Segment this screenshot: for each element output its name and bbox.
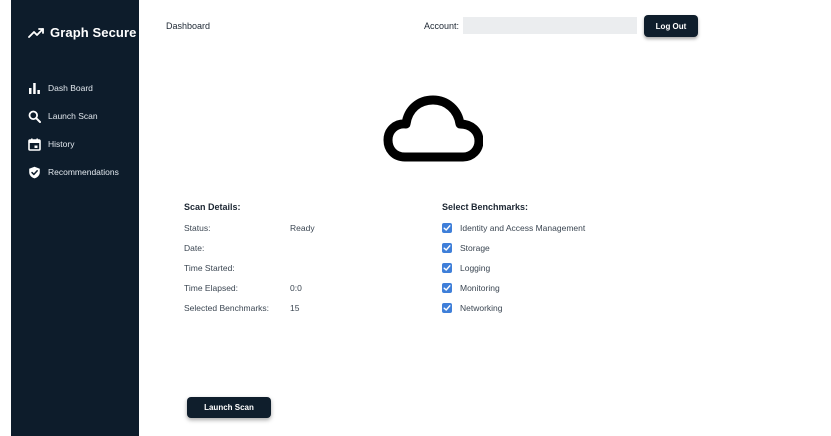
detail-row-time-started: Time Started: xyxy=(184,258,315,278)
brand-name: Graph Secure xyxy=(50,25,137,40)
detail-row-selected-benchmarks: Selected Benchmarks: 15 xyxy=(184,298,315,318)
checkbox-checked[interactable] xyxy=(442,223,452,233)
detail-row-status: Status: Ready xyxy=(184,218,315,238)
detail-label: Date: xyxy=(184,243,205,253)
trending-up-icon xyxy=(28,27,44,38)
benchmark-label: Networking xyxy=(460,303,503,313)
brand[interactable]: Graph Secure xyxy=(28,25,136,40)
account-field[interactable] xyxy=(463,17,637,34)
page-title: Dashboard xyxy=(166,21,211,31)
launch-scan-button[interactable]: Launch Scan xyxy=(187,397,271,418)
checkbox-checked[interactable] xyxy=(442,243,452,253)
sidebar-item-dashboard[interactable]: Dash Board xyxy=(28,74,138,102)
sidebar-item-label: Launch Scan xyxy=(48,111,98,121)
checkbox-checked[interactable] xyxy=(442,303,452,313)
account-label: Account: xyxy=(424,21,460,31)
sidebar-item-history[interactable]: History xyxy=(28,130,138,158)
logout-button[interactable]: Log Out xyxy=(644,15,698,37)
sidebar-item-label: Recommendations xyxy=(48,167,119,177)
detail-value: Ready xyxy=(290,223,315,233)
benchmark-option-storage[interactable]: Storage xyxy=(442,238,585,258)
detail-row-time-elapsed: Time Elapsed: 0:0 xyxy=(184,278,315,298)
detail-label: Selected Benchmarks: xyxy=(184,303,270,313)
benchmark-option-iam[interactable]: Identity and Access Management xyxy=(442,218,585,238)
search-icon xyxy=(28,110,41,123)
sidebar-item-label: History xyxy=(48,139,75,149)
detail-value: 15 xyxy=(290,303,300,313)
benchmark-label: Monitoring xyxy=(460,283,500,293)
scan-details-panel: Scan Details: Status: Ready Date: Time S… xyxy=(184,202,315,318)
benchmarks-title: Select Benchmarks: xyxy=(442,202,529,212)
sidebar-nav: Dash Board Launch Scan History Recommend… xyxy=(28,74,138,186)
detail-value: 0:0 xyxy=(290,283,302,293)
benchmark-label: Identity and Access Management xyxy=(460,223,586,233)
scan-details-title: Scan Details: xyxy=(184,202,241,212)
checkbox-checked[interactable] xyxy=(442,283,452,293)
benchmark-label: Logging xyxy=(460,263,491,273)
benchmark-option-networking[interactable]: Networking xyxy=(442,298,585,318)
sidebar-item-launch-scan[interactable]: Launch Scan xyxy=(28,102,138,130)
benchmarks-panel: Select Benchmarks: Identity and Access M… xyxy=(442,202,585,318)
benchmark-label: Storage xyxy=(460,243,490,253)
bar-chart-icon xyxy=(28,82,41,95)
sidebar: Graph Secure Dash Board Launch Scan Hist… xyxy=(11,0,139,436)
sidebar-item-label: Dash Board xyxy=(48,83,93,93)
cloud-icon xyxy=(383,94,484,164)
sidebar-item-recommendations[interactable]: Recommendations xyxy=(28,158,138,186)
detail-label: Time Elapsed: xyxy=(184,283,239,293)
checkbox-checked[interactable] xyxy=(442,263,452,273)
detail-row-date: Date: xyxy=(184,238,315,258)
detail-label: Time Started: xyxy=(184,263,235,273)
detail-label: Status: xyxy=(184,223,211,233)
benchmark-option-monitoring[interactable]: Monitoring xyxy=(442,278,585,298)
benchmark-option-logging[interactable]: Logging xyxy=(442,258,585,278)
shield-check-icon xyxy=(28,166,41,179)
calendar-icon xyxy=(28,138,41,151)
